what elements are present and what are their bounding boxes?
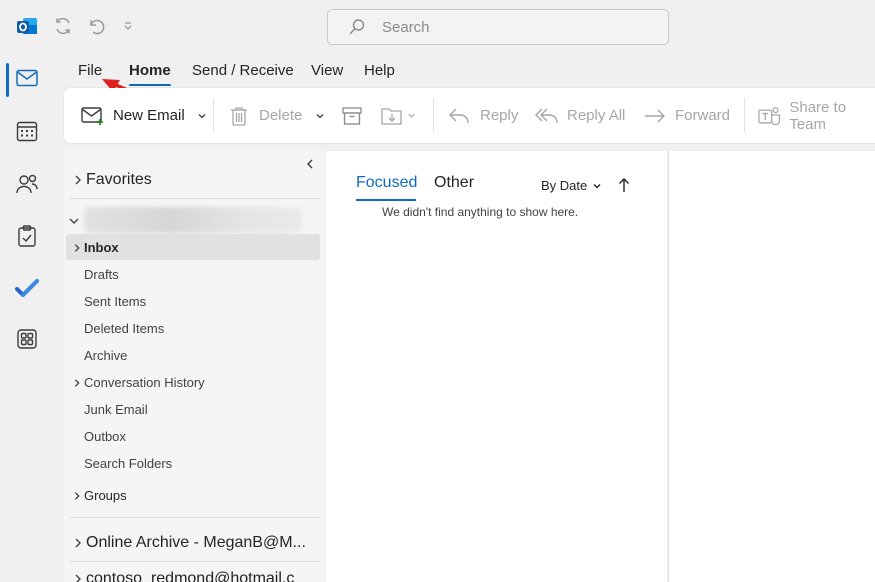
trash-icon bbox=[231, 106, 247, 126]
divider bbox=[70, 198, 320, 199]
folder-conversation-history-label: Conversation History bbox=[84, 375, 205, 390]
chevron-down-icon bbox=[593, 183, 601, 188]
people-icon[interactable] bbox=[11, 168, 43, 200]
sort-by-dropdown[interactable]: By Date bbox=[541, 178, 602, 193]
folder-deleted-items[interactable]: Deleted Items bbox=[84, 321, 164, 336]
ribbon: New Email Delete Reply Reply All Forward… bbox=[64, 88, 875, 143]
calendar-icon[interactable] bbox=[11, 115, 43, 147]
apps-icon[interactable] bbox=[11, 323, 43, 355]
reply-all-label: Reply All bbox=[567, 107, 626, 124]
folder-sent-items[interactable]: Sent Items bbox=[84, 294, 146, 309]
teams-icon bbox=[758, 106, 781, 125]
folder-inbox[interactable]: Inbox bbox=[72, 240, 119, 255]
divider bbox=[70, 561, 320, 562]
title-bar: Search bbox=[0, 0, 875, 54]
tab-other[interactable]: Other bbox=[434, 174, 474, 192]
forward-label: Forward bbox=[675, 107, 731, 124]
reading-pane bbox=[668, 151, 875, 582]
search-icon bbox=[349, 19, 365, 35]
folder-search-folders[interactable]: Search Folders bbox=[84, 456, 172, 471]
active-tab-underline bbox=[356, 199, 416, 201]
archive-icon bbox=[342, 106, 362, 125]
chevron-down-icon[interactable] bbox=[197, 111, 207, 121]
chevron-right-icon bbox=[75, 175, 81, 185]
message-list: Focused Other By Date We didn't find any… bbox=[326, 151, 667, 582]
forward-button[interactable]: Forward bbox=[644, 88, 730, 143]
chevron-right-icon bbox=[74, 243, 80, 252]
other-account-header[interactable]: contoso_redmond@hotmail.c bbox=[72, 570, 294, 582]
divider bbox=[70, 517, 320, 518]
search-placeholder: Search bbox=[382, 18, 430, 36]
customize-toolbar-chevron-icon[interactable] bbox=[116, 14, 140, 38]
groups-label: Groups bbox=[84, 488, 127, 503]
archive-button[interactable] bbox=[342, 88, 362, 143]
menu-help[interactable]: Help bbox=[364, 62, 395, 79]
sync-icon[interactable] bbox=[51, 14, 75, 38]
chevron-right-icon bbox=[74, 378, 80, 387]
sort-direction-arrow-icon[interactable] bbox=[618, 177, 630, 193]
reply-icon bbox=[449, 108, 469, 123]
reply-label: Reply bbox=[480, 107, 519, 124]
folder-junk-email[interactable]: Junk Email bbox=[84, 402, 148, 417]
outlook-logo-icon bbox=[16, 16, 38, 38]
share-to-teams-button[interactable]: Share to Team bbox=[758, 88, 875, 143]
chevron-right-icon bbox=[75, 538, 81, 548]
sort-by-label: By Date bbox=[541, 178, 588, 193]
ribbon-separator bbox=[433, 98, 434, 132]
folder-drafts[interactable]: Drafts bbox=[84, 267, 119, 282]
menu-view[interactable]: View bbox=[311, 62, 343, 79]
menu-send-receive[interactable]: Send / Receive bbox=[192, 62, 294, 79]
tasks-icon[interactable] bbox=[11, 220, 43, 252]
ribbon-separator bbox=[744, 98, 745, 132]
share-to-teams-label: Share to Team bbox=[789, 98, 847, 133]
chevron-down-icon bbox=[69, 218, 79, 224]
collapse-pane-icon[interactable] bbox=[306, 159, 314, 169]
redacted-account-name bbox=[84, 207, 302, 233]
other-account-label: contoso_redmond@hotmail.c bbox=[86, 570, 295, 582]
chevron-right-icon bbox=[75, 574, 81, 582]
chevron-right-icon bbox=[74, 491, 80, 500]
folder-outbox[interactable]: Outbox bbox=[84, 429, 126, 444]
delete-label: Delete bbox=[259, 107, 303, 124]
chevron-down-icon[interactable] bbox=[315, 111, 325, 121]
to-do-icon[interactable] bbox=[11, 272, 43, 304]
search-input[interactable]: Search bbox=[327, 9, 669, 45]
folder-archive[interactable]: Archive bbox=[84, 348, 127, 363]
tab-focused[interactable]: Focused bbox=[356, 174, 417, 192]
delete-button[interactable]: Delete bbox=[230, 88, 325, 143]
active-nav-indicator bbox=[6, 63, 9, 97]
move-button[interactable] bbox=[381, 88, 416, 143]
reply-all-button[interactable]: Reply All bbox=[535, 88, 625, 143]
online-archive-label: Online Archive - MeganB@M... bbox=[86, 534, 306, 551]
reply-button[interactable]: Reply bbox=[448, 88, 518, 143]
new-email-label: New Email bbox=[113, 107, 185, 124]
account-header[interactable] bbox=[68, 215, 80, 227]
ribbon-separator bbox=[213, 98, 214, 132]
mail-icon[interactable] bbox=[11, 62, 43, 94]
favorites-header[interactable]: Favorites bbox=[72, 171, 152, 189]
folder-conversation-history[interactable]: Conversation History bbox=[72, 375, 205, 390]
chevron-down-icon[interactable] bbox=[407, 111, 416, 120]
reply-all-icon bbox=[535, 108, 558, 123]
folder-inbox-label: Inbox bbox=[84, 240, 119, 255]
move-to-folder-icon bbox=[381, 107, 402, 125]
undo-icon[interactable] bbox=[84, 14, 108, 38]
groups-header[interactable]: Groups bbox=[72, 488, 127, 503]
forward-icon bbox=[645, 109, 665, 122]
empty-state-message: We didn't find anything to show here. bbox=[382, 205, 579, 219]
new-email-button[interactable]: New Email bbox=[81, 88, 207, 143]
favorites-label: Favorites bbox=[86, 171, 152, 188]
online-archive-header[interactable]: Online Archive - MeganB@M... bbox=[72, 534, 306, 552]
new-email-icon bbox=[81, 106, 103, 125]
